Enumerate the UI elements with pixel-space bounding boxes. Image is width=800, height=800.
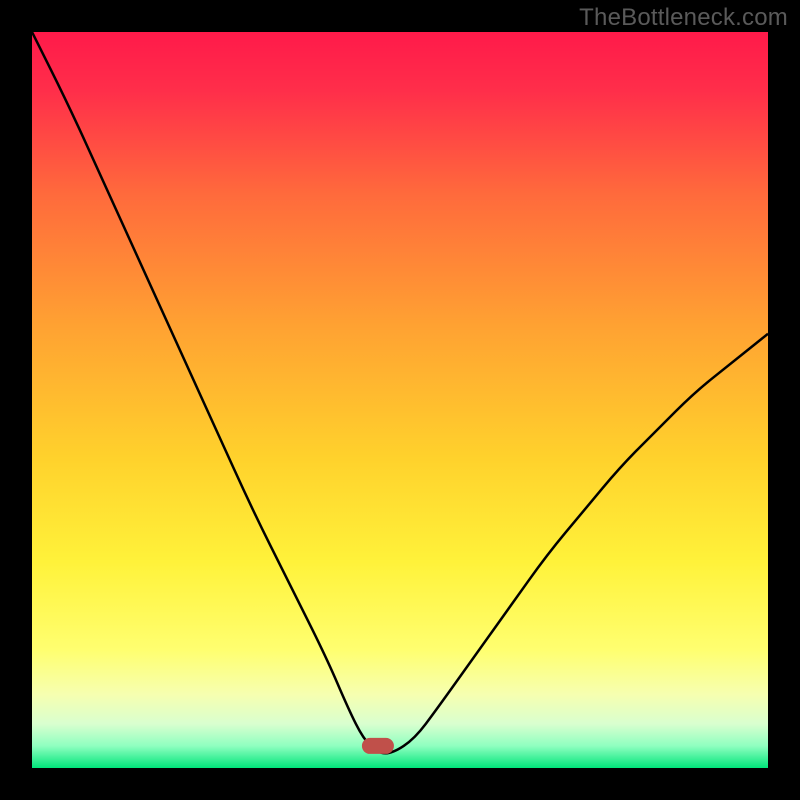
watermark-text: TheBottleneck.com bbox=[579, 4, 788, 32]
plot-area bbox=[32, 32, 768, 768]
gradient-background bbox=[32, 32, 768, 768]
marker-pill bbox=[362, 738, 394, 754]
optimal-marker bbox=[362, 738, 394, 754]
chart-svg bbox=[32, 32, 768, 768]
chart-frame: TheBottleneck.com bbox=[0, 0, 800, 800]
